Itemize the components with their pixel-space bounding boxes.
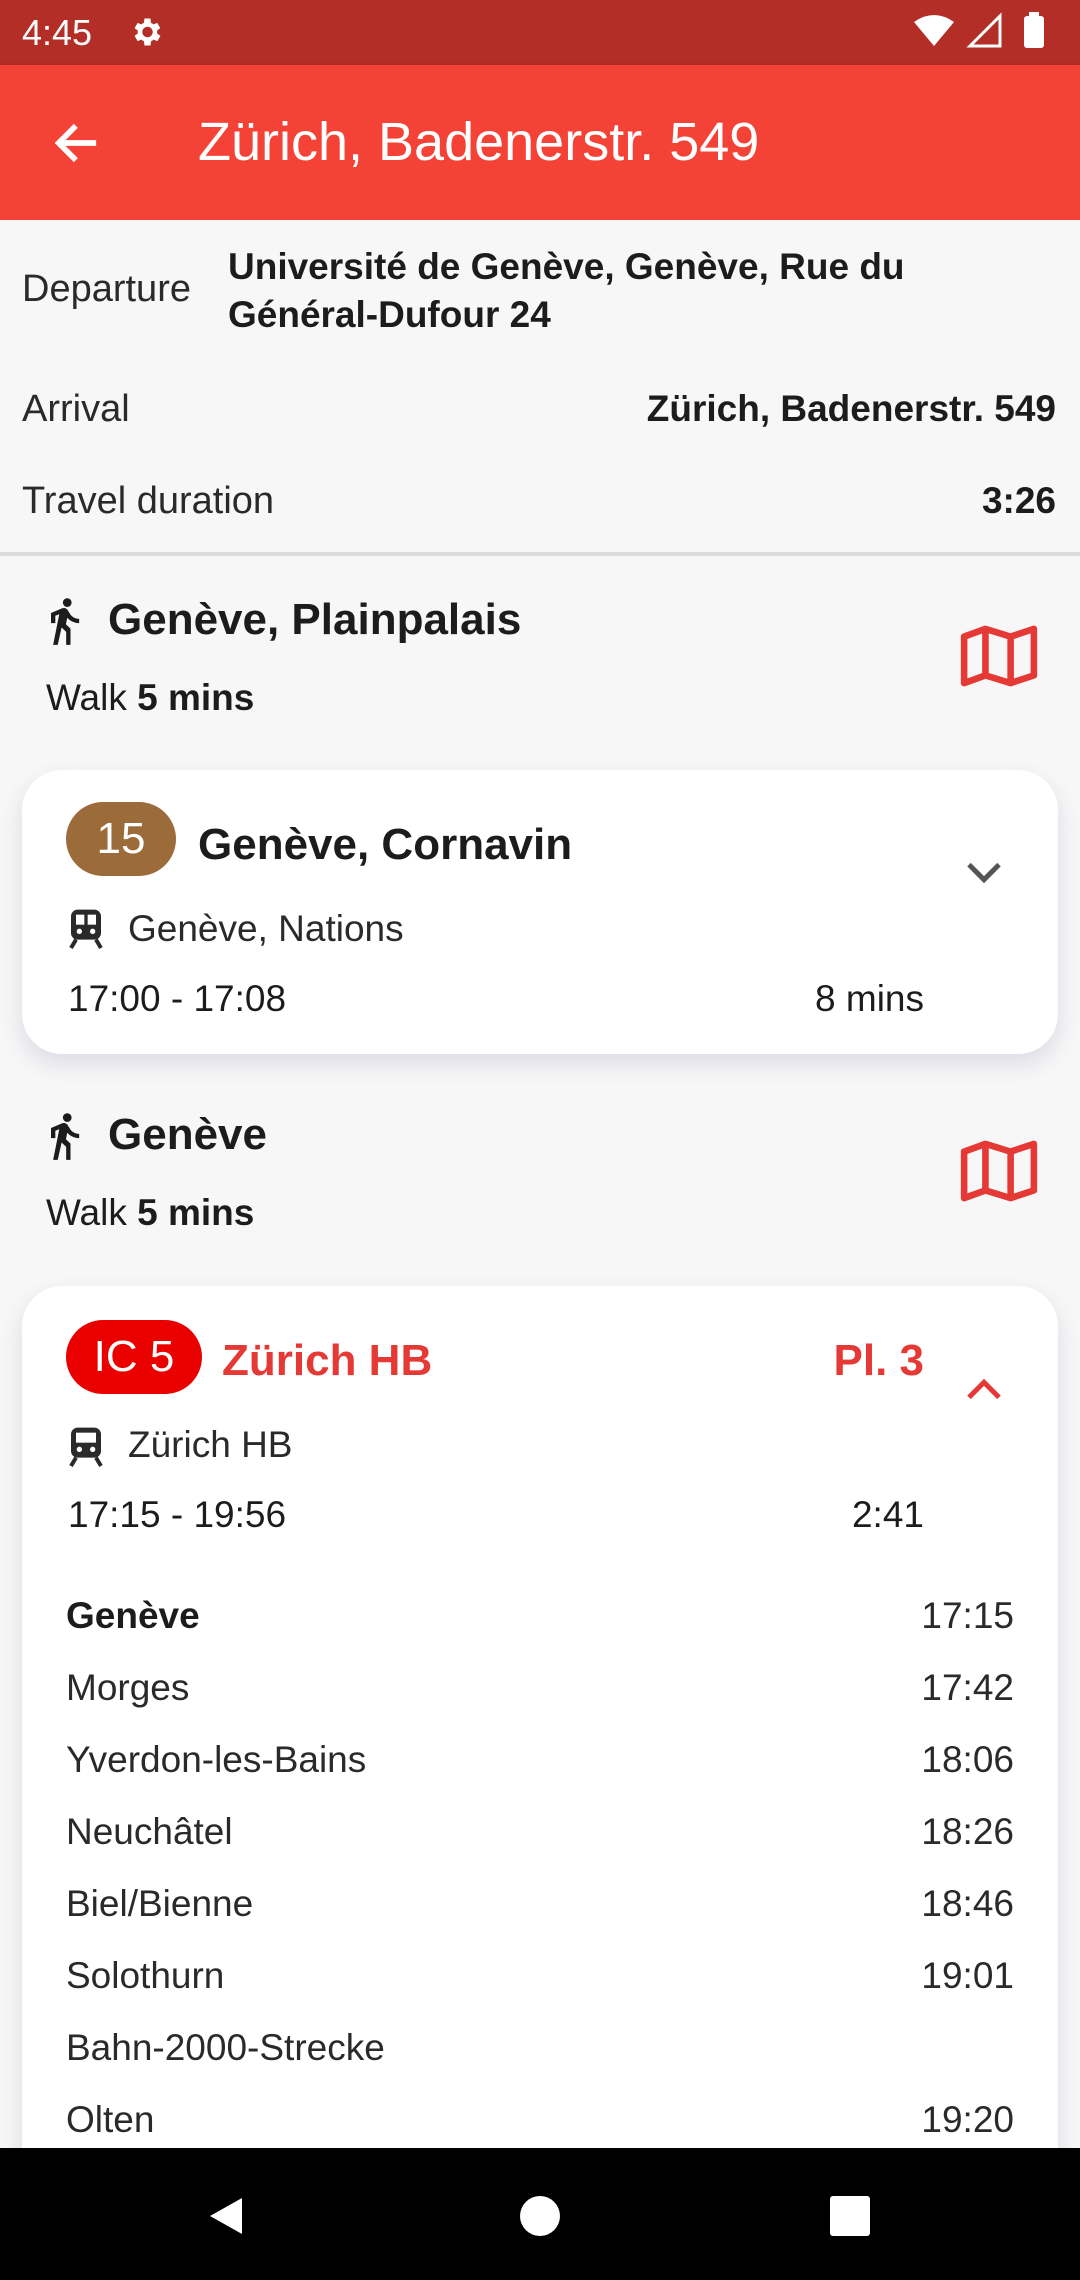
stop-row: Yverdon-les-Bains 18:06 xyxy=(22,1725,1058,1797)
stop-name: Morges xyxy=(66,1667,190,1708)
train-icon xyxy=(69,1427,103,1468)
cell-signal-icon xyxy=(966,12,1002,48)
stop-row: Solothurn 19:01 xyxy=(22,1941,1058,2013)
status-time: 4:45 xyxy=(22,12,93,53)
walk-section-2: Genève Walk 5 mins xyxy=(0,1090,1080,1250)
departure-value-line2: Général-Dufour 24 xyxy=(228,294,551,335)
walk-destination: Genève, Plainpalais xyxy=(108,595,522,644)
leg-times: 17:15 - 19:56 xyxy=(68,1494,287,1535)
departure-value-line1: Université de Genève, Genève, Rue du xyxy=(228,246,905,287)
arrival-value: Zürich, Badenerstr. 549 xyxy=(646,388,1056,429)
leg-duration: 8 mins xyxy=(815,978,924,1019)
stop-time: 19:01 xyxy=(921,1955,1014,1996)
trip-summary: Departure Université de Genève, Genève, … xyxy=(0,220,1080,555)
leg-duration: 2:41 xyxy=(851,1494,924,1535)
stop-time: 18:26 xyxy=(921,1811,1014,1852)
walk-icon xyxy=(51,1113,80,1160)
stop-name: Olten xyxy=(66,2099,155,2140)
walk-duration: 5 mins xyxy=(137,677,255,718)
walk-section-1: Genève, Plainpalais Walk 5 mins xyxy=(0,575,1080,735)
settings-gear-icon xyxy=(134,18,161,46)
map-icon[interactable] xyxy=(960,625,1038,687)
map-icon[interactable] xyxy=(960,1140,1038,1202)
stop-row: Morges 17:42 xyxy=(22,1653,1058,1725)
leg-stop: Zürich HB xyxy=(128,1424,293,1465)
wifi-icon xyxy=(914,15,954,46)
summary-divider xyxy=(0,552,1080,556)
train-leg-card[interactable]: IC 5 Zürich HB Pl. 3 Zürich HB 17:15 - 1… xyxy=(22,1286,1058,2186)
tram-leg-card[interactable]: 15 Genève, Cornavin Genève, Nations 17:0… xyxy=(22,770,1058,1054)
platform-label: Pl. 3 xyxy=(833,1336,925,1385)
walk-icon xyxy=(51,598,80,645)
nav-home-icon[interactable] xyxy=(518,2194,562,2238)
leg-destination: Genève, Cornavin xyxy=(198,820,573,869)
stop-name: Solothurn xyxy=(66,1955,225,1996)
stop-row: Bahn-2000-Strecke xyxy=(22,2013,1058,2085)
walk-duration-text: Walk 5 mins xyxy=(46,1192,255,1233)
stop-time: 18:06 xyxy=(921,1739,1014,1780)
stop-time: 17:42 xyxy=(921,1667,1014,1708)
stop-row: Genève 17:15 xyxy=(22,1581,1058,1653)
page-title: Zürich, Badenerstr. 549 xyxy=(198,112,760,172)
leg-destination: Zürich HB xyxy=(222,1336,433,1385)
nav-back-icon[interactable] xyxy=(204,2194,248,2238)
walk-destination: Genève xyxy=(108,1110,267,1159)
stop-row: Olten 19:20 xyxy=(22,2085,1058,2157)
duration-label: Travel duration xyxy=(22,480,275,522)
stop-time: 17:15 xyxy=(921,1595,1014,1636)
stop-name: Neuchâtel xyxy=(66,1811,233,1852)
leg-stop: Genève, Nations xyxy=(128,908,404,949)
stop-name: Yverdon-les-Bains xyxy=(66,1739,367,1780)
tram-icon xyxy=(69,909,103,950)
stop-name: Biel/Bienne xyxy=(66,1883,254,1924)
line-badge: 15 xyxy=(66,802,176,876)
walk-duration: 5 mins xyxy=(137,1192,255,1233)
battery-icon xyxy=(1024,16,1044,48)
departure-label: Departure xyxy=(22,268,191,310)
duration-value: 3:26 xyxy=(981,480,1056,521)
back-arrow-icon[interactable] xyxy=(50,117,102,169)
stop-time: 18:46 xyxy=(921,1883,1014,1924)
stop-name: Bahn-2000-Strecke xyxy=(66,2027,385,2068)
system-nav-bar xyxy=(0,2148,1080,2280)
line-badge: IC 5 xyxy=(66,1320,202,1394)
stop-name: Genève xyxy=(66,1595,200,1636)
arrival-label: Arrival xyxy=(22,388,130,430)
stop-row: Neuchâtel 18:26 xyxy=(22,1797,1058,1869)
chevron-up-icon[interactable] xyxy=(964,1374,1004,1404)
stop-row: Biel/Bienne 18:46 xyxy=(22,1869,1058,1941)
intermediate-stops-list: Genève 17:15 Morges 17:42 Yverdon-les-Ba… xyxy=(22,1581,1058,2157)
leg-times: 17:00 - 17:08 xyxy=(68,978,287,1019)
chevron-down-icon[interactable] xyxy=(964,858,1004,888)
status-bar: 4:45 xyxy=(0,0,1080,65)
system-status-icons xyxy=(914,12,1044,48)
line-badge-label: 15 xyxy=(96,814,146,863)
walk-duration-text: Walk 5 mins xyxy=(46,677,255,718)
stop-time: 19:20 xyxy=(921,2099,1014,2140)
nav-recents-icon[interactable] xyxy=(828,2194,872,2238)
app-bar: Zürich, Badenerstr. 549 xyxy=(0,65,1080,220)
line-badge-label: IC 5 xyxy=(93,1332,175,1381)
